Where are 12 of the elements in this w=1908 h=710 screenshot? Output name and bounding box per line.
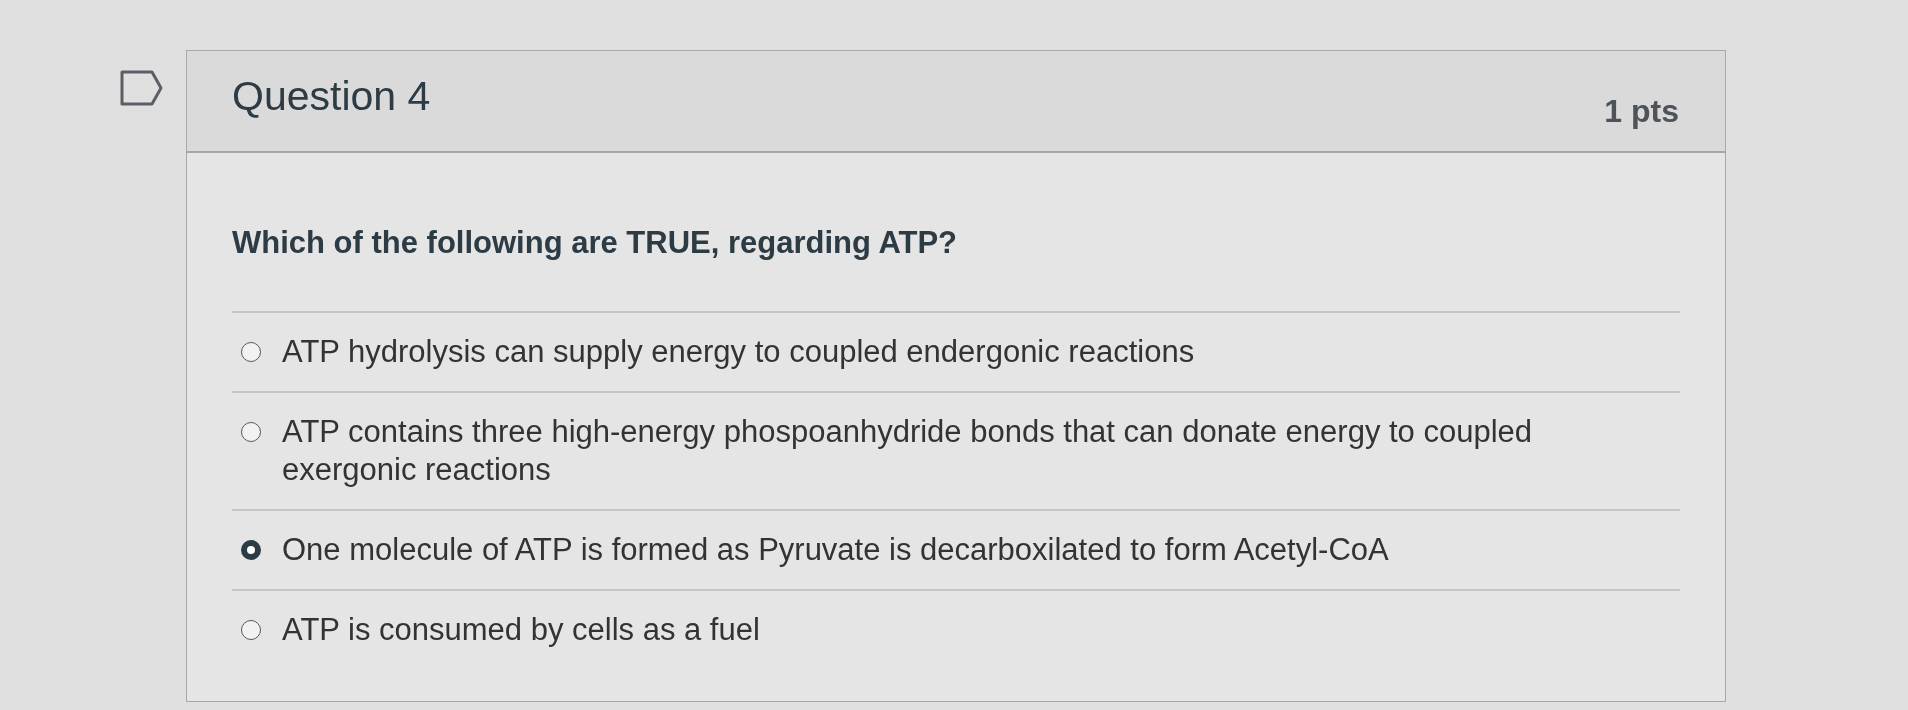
question-title: Question 4 — [232, 73, 431, 119]
answer-text: ATP hydrolysis can supply energy to coupled endergonic reactions — [282, 333, 1195, 371]
answer-text: ATP is consumed by cells as a fuel — [282, 611, 760, 649]
radio-button[interactable] — [241, 540, 261, 560]
flag-icon[interactable] — [120, 70, 163, 106]
points-label: 1 pts — [1604, 92, 1679, 131]
radio-button[interactable] — [241, 620, 261, 640]
answer-text: ATP contains three high-energy phospoanhydride bonds that can donate energy to coupled exergonic reactions — [282, 413, 1534, 489]
question-prompt: Which of the following are TRUE, regarding ATP? — [232, 225, 959, 261]
answer-text: One molecule of ATP is formed as Pyruvate is decarboxilated to form Acetyl-CoA — [282, 531, 1389, 569]
radio-button[interactable] — [241, 342, 261, 362]
radio-button[interactable] — [241, 422, 261, 442]
